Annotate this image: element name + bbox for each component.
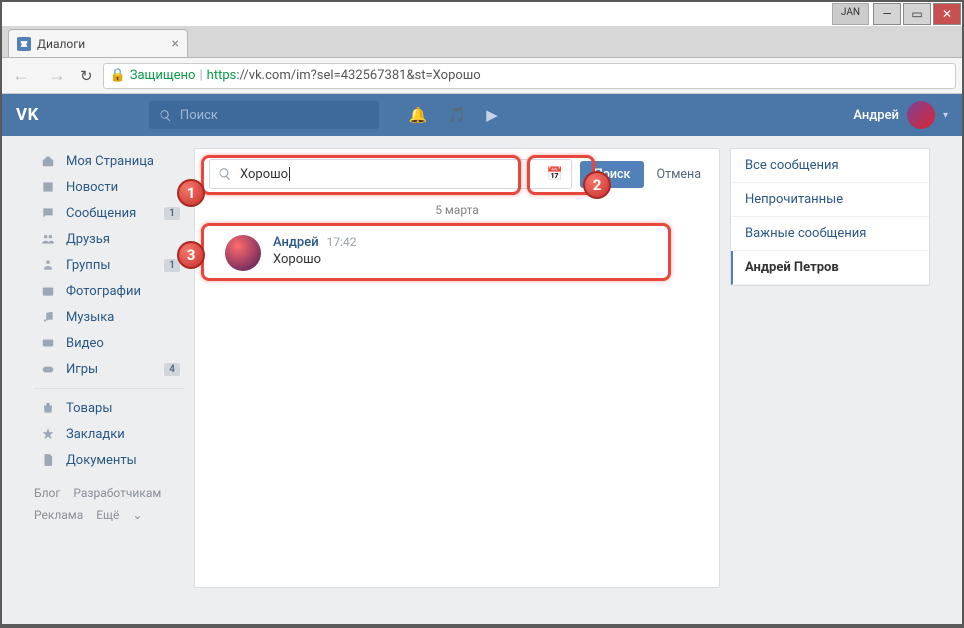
- browser-tab-bar: Диалоги ×: [2, 26, 962, 58]
- result-text: Хорошо: [273, 252, 689, 267]
- filter-important[interactable]: Важные сообщения: [731, 217, 929, 251]
- nav-back-icon[interactable]: ←: [8, 65, 34, 86]
- search-result-row[interactable]: Андрей 17:42 Хорошо: [195, 225, 719, 281]
- footer-more[interactable]: Ещё ⌄: [96, 508, 152, 522]
- text-caret: [289, 167, 290, 181]
- video-icon: [38, 335, 58, 351]
- result-avatar-icon: [225, 235, 261, 271]
- filter-sidebar: Все сообщения Непрочитанные Важные сообщ…: [730, 148, 930, 286]
- footer-links: Блог Разработчикам Реклама Ещё ⌄: [34, 483, 184, 526]
- nav-label: Моя Страница: [66, 154, 154, 169]
- nav-badge: 1: [164, 259, 180, 272]
- nav-photos[interactable]: Фотографии: [34, 278, 184, 304]
- nav-friends[interactable]: Друзья: [34, 226, 184, 252]
- result-time: 17:42: [327, 235, 357, 249]
- vk-logo[interactable]: VK: [16, 105, 39, 125]
- address-bar[interactable]: 🔒 Защищено | https ://vk.com /im?sel=432…: [103, 63, 956, 89]
- nav-label: Игры: [66, 362, 98, 377]
- message-icon: [38, 205, 58, 221]
- nav-label: Видео: [66, 336, 104, 351]
- nav-label: Фотографии: [66, 284, 141, 299]
- nav-label: Закладки: [66, 427, 125, 442]
- tab-title: Диалоги: [37, 37, 85, 51]
- tab-favicon-icon: [17, 37, 31, 51]
- home-icon: [38, 153, 58, 169]
- url-host: ://vk.com: [236, 68, 290, 83]
- search-icon: [218, 167, 232, 181]
- nav-label: Документы: [66, 453, 137, 468]
- nav-badge: 4: [164, 363, 180, 376]
- tab-close-icon[interactable]: ×: [172, 36, 179, 52]
- star-icon: [38, 426, 58, 442]
- top-search-placeholder: Поиск: [180, 108, 218, 123]
- nav-label: Товары: [66, 401, 112, 416]
- vk-header: VK Поиск 🔔 🎵 ▶ Андрей ▾: [2, 94, 962, 136]
- filter-unread[interactable]: Непрочитанные: [731, 183, 929, 217]
- document-icon: [38, 452, 58, 468]
- os-window-controls: JAN — ▭ ✕: [832, 3, 961, 25]
- camera-icon: [38, 283, 58, 299]
- play-icon[interactable]: ▶: [486, 106, 498, 124]
- im-search-input[interactable]: Хорошо 📅: [209, 159, 572, 189]
- nav-label: Группы: [66, 258, 110, 273]
- nav-music[interactable]: Музыка: [34, 304, 184, 330]
- url-path: /im?sel=432567381&st=Хорошо: [291, 68, 481, 83]
- nav-news[interactable]: Новости: [34, 174, 184, 200]
- filter-active-dialog[interactable]: Андрей Петров: [731, 251, 929, 285]
- browser-tab[interactable]: Диалоги ×: [8, 29, 188, 57]
- search-icon: [159, 109, 172, 122]
- top-search-input[interactable]: Поиск: [149, 101, 379, 129]
- games-icon: [38, 361, 58, 377]
- nav-label: Друзья: [66, 232, 110, 247]
- close-window-button[interactable]: ✕: [933, 3, 961, 25]
- result-author: Андрей: [273, 235, 319, 250]
- im-cancel-button[interactable]: Отмена: [652, 161, 705, 188]
- nav-separator: [34, 388, 184, 389]
- groups-icon: [38, 257, 58, 273]
- filter-all[interactable]: Все сообщения: [731, 149, 929, 183]
- nav-my-page[interactable]: Моя Страница: [34, 148, 184, 174]
- nav-forward-icon[interactable]: →: [44, 65, 70, 86]
- nav-groups[interactable]: Группы 1: [34, 252, 184, 278]
- bell-icon[interactable]: 🔔: [409, 106, 428, 124]
- user-menu[interactable]: Андрей ▾: [853, 101, 948, 129]
- browser-toolbar: ← → ↻ 🔒 Защищено | https ://vk.com /im?s…: [2, 58, 962, 94]
- music-note-icon: [38, 309, 58, 325]
- market-icon: [38, 400, 58, 416]
- date-separator: 5 марта: [195, 199, 719, 225]
- nav-label: Сообщения: [66, 206, 136, 221]
- chevron-down-icon: ▾: [943, 110, 948, 121]
- user-avatar-icon: [907, 101, 935, 129]
- footer-dev[interactable]: Разработчикам: [73, 486, 161, 500]
- news-icon: [38, 179, 58, 195]
- friends-icon: [38, 231, 58, 247]
- url-protocol: https: [207, 68, 237, 83]
- im-search-button[interactable]: Поиск: [580, 161, 645, 188]
- nav-label: Музыка: [66, 310, 114, 325]
- nav-label: Новости: [66, 180, 118, 195]
- os-badge-jan: JAN: [832, 3, 869, 25]
- footer-ads[interactable]: Реклама: [34, 508, 83, 522]
- user-name: Андрей: [853, 108, 899, 123]
- nav-market[interactable]: Товары: [34, 395, 184, 421]
- nav-docs[interactable]: Документы: [34, 447, 184, 473]
- nav-badge: 1: [164, 207, 180, 220]
- maximize-button[interactable]: ▭: [903, 3, 931, 25]
- im-search-value: Хорошо: [240, 167, 288, 182]
- nav-games[interactable]: Игры 4: [34, 356, 184, 382]
- calendar-icon[interactable]: 📅: [547, 167, 563, 182]
- minimize-button[interactable]: —: [873, 3, 901, 25]
- lock-icon: 🔒: [110, 68, 126, 83]
- nav-videos[interactable]: Видео: [34, 330, 184, 356]
- nav-bookmarks[interactable]: Закладки: [34, 421, 184, 447]
- messages-panel: Хорошо 📅 Поиск Отмена 5 марта Андрей 17:…: [194, 148, 720, 588]
- left-sidebar: Моя Страница Новости Сообщения 1 Друзья Г…: [34, 148, 184, 588]
- footer-blog[interactable]: Блог: [34, 486, 60, 500]
- nav-messages[interactable]: Сообщения 1: [34, 200, 184, 226]
- music-icon[interactable]: 🎵: [448, 106, 467, 124]
- secure-label: Защищено: [130, 68, 196, 83]
- reload-icon[interactable]: ↻: [80, 67, 93, 85]
